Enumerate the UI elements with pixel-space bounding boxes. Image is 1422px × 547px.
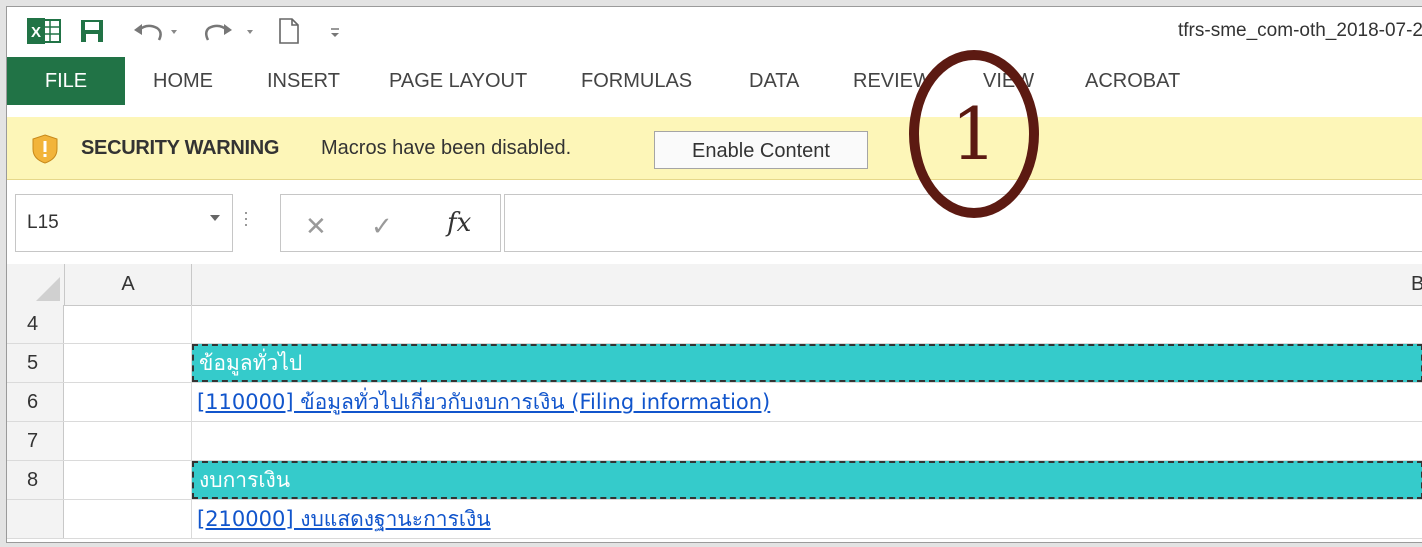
security-warning-message: Macros have been disabled. — [321, 137, 572, 159]
select-all-corner[interactable] — [7, 264, 65, 305]
column-headers: A B — [7, 264, 1422, 306]
table-row: 5 ข้อมูลทั่วไป — [7, 344, 1422, 383]
column-header-a[interactable]: A — [65, 264, 192, 305]
annotation-marker: 1 — [909, 50, 1039, 218]
excel-window: X tfrs-sme_com-oth_2018-07-2 FILE HOME I… — [6, 6, 1422, 543]
section-header-cell[interactable]: งบการเงิน — [192, 461, 1422, 499]
tab-file[interactable]: FILE — [7, 57, 125, 105]
table-row: [210000] งบแสดงฐานะการเงิน — [7, 500, 1422, 539]
window-title: tfrs-sme_com-oth_2018-07-2 — [1178, 20, 1422, 41]
formula-bar: L15 ✕ ✓ fx — [7, 180, 1422, 264]
quick-access-toolbar: X tfrs-sme_com-oth_2018-07-2 — [7, 7, 1422, 57]
formula-buttons: ✕ ✓ fx — [280, 194, 501, 252]
excel-logo-icon[interactable]: X — [27, 18, 61, 44]
row-header[interactable]: 4 — [7, 305, 64, 343]
section-header-cell[interactable]: ข้อมูลทั่วไป — [192, 344, 1422, 382]
security-warning-bar: SECURITY WARNING Macros have been disabl… — [7, 117, 1422, 180]
table-row: 4 — [7, 305, 1422, 344]
warning-shield-icon — [31, 134, 59, 164]
enter-check-icon[interactable]: ✓ — [371, 211, 393, 242]
tab-page-layout[interactable]: PAGE LAYOUT — [389, 57, 527, 105]
table-row: 6 [110000] ข้อมูลทั่วไปเกี่ยวกับงบการเงิ… — [7, 383, 1422, 422]
chevron-down-icon[interactable] — [210, 215, 220, 221]
cell[interactable] — [65, 422, 192, 460]
spreadsheet-grid: A B 4 5 ข้อมูลทั่วไป 6 [110000] ข้อมูลทั… — [7, 264, 1422, 542]
row-header[interactable]: 7 — [7, 422, 64, 460]
svg-text:X: X — [31, 24, 41, 41]
name-box-value: L15 — [27, 212, 59, 233]
tab-formulas[interactable]: FORMULAS — [581, 57, 692, 105]
tab-home[interactable]: HOME — [153, 57, 213, 105]
table-row: 8 งบการเงิน — [7, 461, 1422, 500]
redo-icon[interactable] — [203, 18, 259, 44]
cell[interactable] — [65, 461, 192, 499]
undo-icon[interactable] — [131, 18, 181, 44]
tab-acrobat[interactable]: ACROBAT — [1085, 57, 1180, 105]
row-header[interactable]: 5 — [7, 344, 64, 382]
hyperlink-statement-of-financial-position[interactable]: [210000] งบแสดงฐานะการเงิน — [197, 507, 491, 531]
name-box[interactable]: L15 — [15, 194, 233, 252]
table-row: 7 — [7, 422, 1422, 461]
hyperlink-filing-information[interactable]: [110000] ข้อมูลทั่วไปเกี่ยวกับงบการเงิน … — [197, 390, 770, 414]
save-icon[interactable] — [79, 18, 105, 44]
cell[interactable] — [65, 500, 192, 538]
cell[interactable] — [65, 344, 192, 382]
customize-toolbar-icon[interactable] — [329, 18, 341, 44]
cancel-icon[interactable]: ✕ — [305, 211, 327, 242]
tab-insert[interactable]: INSERT — [267, 57, 340, 105]
new-document-icon[interactable] — [278, 18, 300, 44]
cell[interactable] — [65, 383, 192, 421]
resize-handle-icon[interactable] — [245, 212, 248, 234]
cell: [210000] งบแสดงฐานะการเงิน — [192, 500, 1422, 538]
cell: [110000] ข้อมูลทั่วไปเกี่ยวกับงบการเงิน … — [192, 383, 1422, 421]
tab-data[interactable]: DATA — [749, 57, 799, 105]
enable-content-button[interactable]: Enable Content — [654, 131, 868, 169]
row-header[interactable]: 8 — [7, 461, 64, 499]
cell[interactable] — [65, 305, 192, 343]
cell[interactable] — [192, 422, 1422, 460]
insert-function-icon[interactable]: fx — [447, 208, 471, 238]
cell[interactable] — [192, 305, 1422, 343]
security-warning-title: SECURITY WARNING — [81, 137, 280, 159]
row-header[interactable]: 6 — [7, 383, 64, 421]
column-header-b[interactable]: B — [1411, 264, 1422, 305]
row-header[interactable] — [7, 500, 64, 538]
ribbon-tabs: FILE HOME INSERT PAGE LAYOUT FORMULAS DA… — [7, 57, 1422, 111]
